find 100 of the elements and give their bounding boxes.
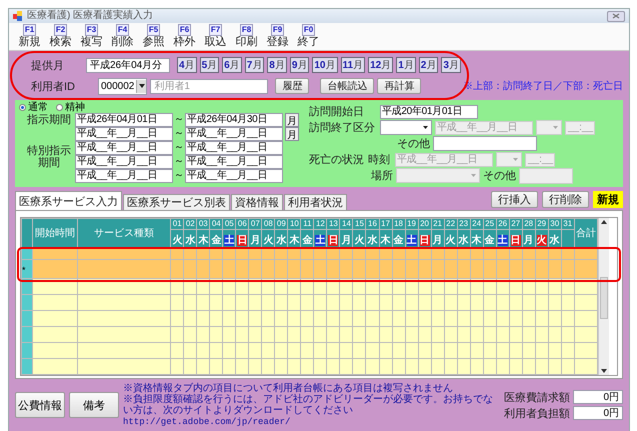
date-field[interactable]: 平成__年__月__日 [185,155,283,169]
month-field[interactable]: 平成26年04月分 [86,58,170,72]
field-label: その他 [396,137,430,151]
action-button[interactable]: 台帳読込 [320,78,374,94]
column-header: 04 [210,218,223,230]
column-header: 09 [274,218,288,230]
tab[interactable]: 利用者状況 [284,194,347,210]
grid-row[interactable] [22,310,598,326]
month-button[interactable]: 3月 [441,57,461,73]
date-field[interactable]: 平成__年__月__日 [75,127,173,141]
month-button[interactable]: 12月 [368,57,394,73]
action-button[interactable]: 再計算 [377,78,422,94]
grid-row[interactable] [22,326,598,342]
month-button[interactable]: 11月 [340,57,366,73]
tab[interactable]: 医療系サービス別表 [123,194,230,210]
column-header: 14 [340,218,353,230]
date-field[interactable]: 平成26年04月30日 [185,113,283,127]
month-button[interactable]: 1月 [396,57,416,73]
action-button[interactable]: 行挿入 [491,191,538,208]
dropdown[interactable] [380,120,432,135]
footer-button[interactable]: 公費情報 [15,392,65,418]
month-button[interactable]: 4月 [177,57,197,73]
toolbar-button[interactable]: F3 複写 [77,24,106,49]
date-field[interactable]: 平成20年01月01日 [380,104,478,118]
column-header: 12 [314,218,327,230]
date-field[interactable]: 平成__年__月__日 [185,127,283,141]
toolbar-button[interactable]: F1 新規 [15,24,44,49]
tab[interactable]: 医療系サービス入力 [15,191,122,210]
close-button[interactable] [607,10,625,22]
toolbar-button[interactable]: F0 終了 [294,24,323,49]
text-field[interactable] [519,168,573,184]
user-id-dropdown[interactable]: 000002 [98,78,148,94]
amount-field: 0円 [573,406,623,420]
toolbar-button[interactable]: F2 検索 [46,24,75,49]
window-title: 医療看護) 医療看護実績入力 [27,10,154,22]
column-header: 13 [326,218,340,230]
month-button[interactable]: 6月 [222,57,242,73]
action-button[interactable]: 履歴 [275,78,310,94]
field-label: 医療費請求額 [504,390,570,404]
month-button[interactable]: 7月 [244,57,264,73]
column-header: 開始時間 [32,218,78,248]
action-button[interactable]: 行削除 [542,191,589,208]
month-button[interactable]: 8月 [267,57,287,73]
column-header: 24 [470,218,484,230]
column-header: 28 [522,218,536,230]
month-button[interactable]: 9月 [290,57,310,73]
weekday-label: 火 [446,235,456,246]
radio-option[interactable]: 精神 [56,102,85,113]
user-name-field[interactable]: 利用者1 [150,78,268,94]
tab[interactable]: 資格情報 [231,194,283,210]
scroll-down-icon[interactable] [601,369,607,373]
date-field[interactable]: 平成26年04月01日 [75,113,173,127]
month-button[interactable]: 5月 [200,57,220,73]
column-header: 10 [288,218,301,230]
column-header: 合計 [574,218,598,248]
date-field[interactable]: 平成__年__月__日 [185,141,283,155]
weekday-label: 金 [394,235,404,246]
text-field[interactable] [433,136,537,151]
dropdown-arrow-icon [471,174,476,177]
dropdown-arrow-icon [423,126,428,129]
toolbar-button[interactable]: F5 参照 [139,24,168,49]
weekday-label: 木 [380,235,390,246]
column-header: 29 [535,218,548,230]
month-button[interactable]: 月 [285,113,299,127]
toolbar-button[interactable]: F6 枠外 [170,24,199,49]
field-label: 訪問終了区分 [309,120,376,135]
date-field[interactable]: 平成__年__月__日 [75,155,173,169]
scroll-thumb[interactable] [600,276,608,318]
field-label: 提供月 [30,58,65,72]
month-button[interactable]: 2月 [418,57,438,73]
dropdown-arrow-icon [138,84,145,88]
month-button[interactable]: 月 [285,127,299,141]
footer-button[interactable]: 備考 [69,392,119,418]
weekday-label: 土 [406,235,417,246]
grid-row[interactable] [22,248,598,260]
grid-row[interactable]: * [22,260,598,278]
weekday-label: 月 [432,235,443,246]
toolbar-button[interactable]: F4 削除 [108,24,137,49]
weekday-label: 日 [328,235,338,246]
weekday-label: 月 [524,235,534,246]
range-separator: ～ [173,141,185,155]
date-field[interactable]: 平成__年__月__日 [75,141,173,155]
date-field[interactable]: 平成__年__月__日 [185,169,283,183]
scroll-up-icon[interactable] [601,220,607,224]
toolbar-button[interactable]: F8 印刷 [232,24,261,49]
column-header: 06 [236,218,249,230]
column-header: 16 [366,218,379,230]
grid-row[interactable] [22,278,598,294]
download-link[interactable]: http://get.adobe.com/jp/reader/ [123,416,290,426]
grid-row[interactable] [22,294,598,310]
radio-option[interactable]: 通常 [19,102,48,113]
field-label: 場所 [370,169,393,183]
toolbar-button[interactable]: F7 取込 [201,24,230,49]
weekday-label: 水 [276,235,286,246]
month-button[interactable]: 10月 [312,57,338,73]
weekday-label: 金 [484,235,495,246]
scrollbar[interactable] [598,218,609,375]
grid-row[interactable] [22,342,598,358]
toolbar-button[interactable]: F9 登録 [263,24,292,49]
date-field[interactable]: 平成__年__月__日 [75,169,173,183]
